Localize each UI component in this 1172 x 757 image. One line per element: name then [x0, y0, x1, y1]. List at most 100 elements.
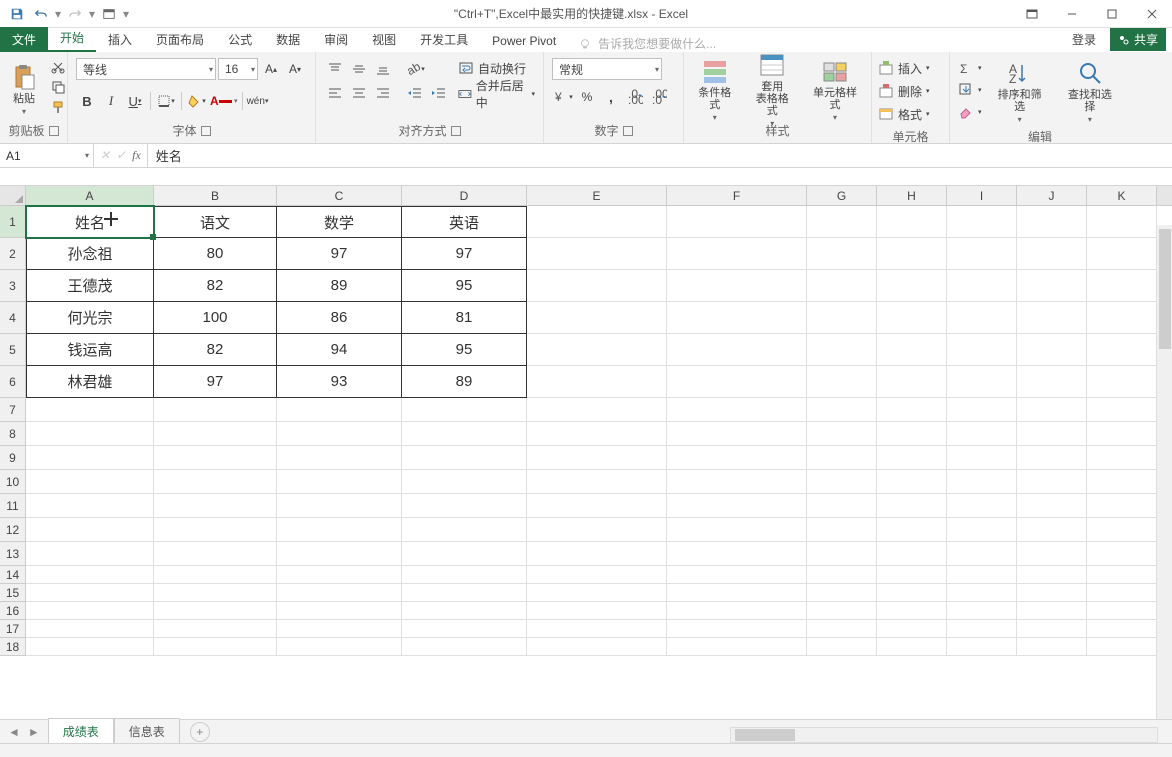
cell-F5[interactable] [667, 334, 807, 366]
cell-G13[interactable] [807, 542, 877, 566]
cell-H3[interactable] [877, 270, 947, 302]
cell-A5[interactable]: 钱运高 [26, 334, 154, 366]
sheet-tab-active[interactable]: 成绩表 [48, 718, 114, 746]
italic-button[interactable]: I [100, 90, 122, 112]
cell-C12[interactable] [277, 518, 402, 542]
maximize-icon[interactable] [1092, 0, 1132, 28]
cell-D8[interactable] [402, 422, 527, 446]
login-link[interactable]: 登录 [1066, 27, 1102, 52]
name-box[interactable]: A1▾ [0, 144, 94, 167]
sort-filter-button[interactable]: AZ排序和筛选▾ [988, 58, 1052, 124]
row-header-5[interactable]: 5 [0, 334, 25, 366]
cell-J18[interactable] [1017, 638, 1087, 656]
cell-K11[interactable] [1087, 494, 1157, 518]
col-header-H[interactable]: H [877, 186, 947, 205]
cell-B8[interactable] [154, 422, 277, 446]
decrease-decimal-icon[interactable]: .00.0 [648, 86, 670, 108]
cell-D9[interactable] [402, 446, 527, 470]
cell-I3[interactable] [947, 270, 1017, 302]
next-sheet-icon[interactable]: ► [28, 725, 40, 739]
minimize-icon[interactable] [1052, 0, 1092, 28]
cell-styles-button[interactable]: 单元格样式▾ [803, 56, 867, 122]
cell-I5[interactable] [947, 334, 1017, 366]
underline-button[interactable]: U▾ [124, 90, 146, 112]
cell-K9[interactable] [1087, 446, 1157, 470]
cell-D5[interactable]: 95 [402, 334, 527, 366]
undo-icon[interactable] [30, 3, 52, 25]
cell-B14[interactable] [154, 566, 277, 584]
cell-G15[interactable] [807, 584, 877, 602]
cell-C3[interactable]: 89 [277, 270, 402, 302]
cell-I15[interactable] [947, 584, 1017, 602]
row-header-10[interactable]: 10 [0, 470, 25, 494]
row-header-12[interactable]: 12 [0, 518, 25, 542]
cell-F3[interactable] [667, 270, 807, 302]
cell-I18[interactable] [947, 638, 1017, 656]
cell-F14[interactable] [667, 566, 807, 584]
worksheet-grid[interactable]: ABCDEFGHIJK 123456789101112131415161718 … [0, 186, 1172, 696]
conditional-format-button[interactable]: 条件格式▾ [688, 56, 742, 122]
row-header-15[interactable]: 15 [0, 584, 25, 602]
cell-B9[interactable] [154, 446, 277, 470]
cell-E7[interactable] [527, 398, 667, 422]
cell-C1[interactable]: 数学 [277, 206, 402, 238]
qat-customize-icon[interactable] [98, 3, 120, 25]
row-header-2[interactable]: 2 [0, 238, 25, 270]
cell-J5[interactable] [1017, 334, 1087, 366]
col-header-A[interactable]: A [26, 186, 154, 205]
clipboard-dialog-launcher[interactable] [49, 126, 59, 136]
cell-K10[interactable] [1087, 470, 1157, 494]
cell-H16[interactable] [877, 602, 947, 620]
align-left-icon[interactable] [324, 82, 346, 104]
cell-J4[interactable] [1017, 302, 1087, 334]
cell-H17[interactable] [877, 620, 947, 638]
cell-H15[interactable] [877, 584, 947, 602]
cell-J2[interactable] [1017, 238, 1087, 270]
cell-A16[interactable] [26, 602, 154, 620]
tab-home[interactable]: 开始 [48, 25, 96, 52]
cell-E2[interactable] [527, 238, 667, 270]
cell-H2[interactable] [877, 238, 947, 270]
delete-cells-button[interactable]: 删除 ▾ [878, 81, 930, 101]
cell-F16[interactable] [667, 602, 807, 620]
cell-E5[interactable] [527, 334, 667, 366]
cell-G10[interactable] [807, 470, 877, 494]
cell-A1[interactable]: 姓名 [26, 206, 154, 238]
cell-B2[interactable]: 80 [154, 238, 277, 270]
col-header-F[interactable]: F [667, 186, 807, 205]
cell-I8[interactable] [947, 422, 1017, 446]
cell-H1[interactable] [877, 206, 947, 238]
cell-B12[interactable] [154, 518, 277, 542]
cell-C5[interactable]: 94 [277, 334, 402, 366]
cell-F15[interactable] [667, 584, 807, 602]
redo-dropdown[interactable]: ▾ [88, 7, 96, 21]
cell-I12[interactable] [947, 518, 1017, 542]
cell-J6[interactable] [1017, 366, 1087, 398]
cell-A2[interactable]: 孙念祖 [26, 238, 154, 270]
row-header-13[interactable]: 13 [0, 542, 25, 566]
copy-icon[interactable] [48, 78, 68, 96]
cancel-formula-icon[interactable]: ✕ [100, 148, 110, 163]
cell-K17[interactable] [1087, 620, 1157, 638]
cell-B10[interactable] [154, 470, 277, 494]
close-icon[interactable] [1132, 0, 1172, 28]
cell-C7[interactable] [277, 398, 402, 422]
redo-icon[interactable] [64, 3, 86, 25]
number-dialog-launcher[interactable] [623, 126, 633, 136]
cell-K16[interactable] [1087, 602, 1157, 620]
horizontal-scrollbar[interactable] [730, 727, 1158, 743]
cell-C11[interactable] [277, 494, 402, 518]
cell-F4[interactable] [667, 302, 807, 334]
cell-K15[interactable] [1087, 584, 1157, 602]
cell-J15[interactable] [1017, 584, 1087, 602]
row-header-6[interactable]: 6 [0, 366, 25, 398]
cell-E13[interactable] [527, 542, 667, 566]
row-header-3[interactable]: 3 [0, 270, 25, 302]
cell-A3[interactable]: 王德茂 [26, 270, 154, 302]
cell-I9[interactable] [947, 446, 1017, 470]
cell-D4[interactable]: 81 [402, 302, 527, 334]
cell-J9[interactable] [1017, 446, 1087, 470]
row-header-18[interactable]: 18 [0, 638, 25, 656]
cell-J11[interactable] [1017, 494, 1087, 518]
cell-I2[interactable] [947, 238, 1017, 270]
